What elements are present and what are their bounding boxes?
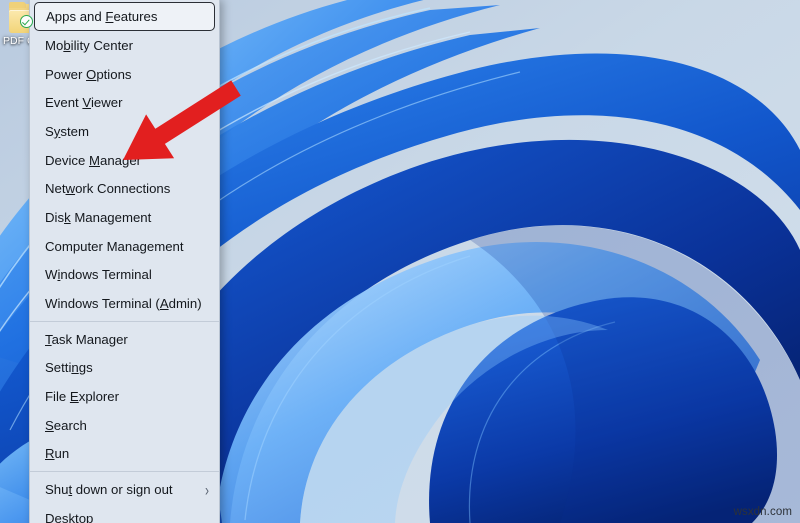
menu-item-settings[interactable]: Settings	[30, 354, 219, 383]
chevron-right-icon: ›	[205, 480, 209, 500]
menu-item-label: Windows Terminal (Admin)	[45, 296, 202, 312]
menu-item-label: Task Manager	[45, 331, 128, 347]
menu-item-label: Device Manager	[45, 152, 142, 168]
menu-item-event-viewer[interactable]: Event Viewer	[30, 88, 219, 117]
win-x-power-user-menu[interactable]: Apps and Features Mobility Center Power Op…	[29, 0, 220, 523]
menu-item-file-explorer[interactable]: File Explorer	[30, 382, 219, 411]
menu-item-label: Search	[45, 417, 87, 433]
menu-item-label: Computer Management	[45, 238, 184, 254]
menu-item-label: Mobility Center	[45, 37, 133, 53]
menu-item-search[interactable]: Search	[30, 411, 219, 440]
menu-separator	[30, 320, 219, 322]
menu-item-power-options[interactable]: Power Options	[30, 60, 219, 89]
menu-item-windows-terminal[interactable]: Windows Terminal	[30, 261, 219, 290]
menu-item-task-manager[interactable]: Task Manager	[30, 325, 219, 354]
menu-item-label: Network Connections	[45, 181, 171, 197]
menu-item-mobility-center[interactable]: Mobility Center	[30, 31, 219, 60]
menu-item-label: File Explorer	[45, 389, 120, 405]
menu-item-label: Event Viewer	[45, 95, 123, 111]
menu-item-network-connections[interactable]: Network Connections	[30, 174, 219, 203]
menu-item-label: Disk Management	[45, 209, 152, 225]
menu-item-label: Shut down or sign out	[45, 482, 173, 498]
menu-separator	[30, 471, 219, 473]
menu-item-label: Power Options	[45, 66, 132, 82]
sync-check-icon	[20, 15, 33, 28]
menu-item-label: Settings	[45, 360, 93, 376]
menu-item-label: Windows Terminal	[45, 267, 152, 283]
menu-item-device-manager[interactable]: Device Manager	[30, 146, 219, 175]
menu-item-windows-terminal-admin[interactable]: Windows Terminal (Admin)	[30, 289, 219, 318]
menu-item-disk-management[interactable]: Disk Management	[30, 203, 219, 232]
menu-item-system[interactable]: System	[30, 117, 219, 146]
menu-item-desktop[interactable]: Desktop	[30, 504, 219, 523]
menu-item-label: Run	[45, 446, 70, 462]
menu-item-label: System	[45, 123, 89, 139]
menu-item-apps-and-features[interactable]: Apps and Features	[34, 2, 215, 31]
menu-item-computer-management[interactable]: Computer Management	[30, 232, 219, 261]
menu-item-label: Apps and Features	[46, 9, 158, 24]
menu-item-run[interactable]: Run	[30, 440, 219, 469]
site-watermark: wsxdn.com	[733, 506, 792, 518]
menu-item-label: Desktop	[45, 510, 94, 523]
desktop-screen: PDF Comb Apps and FeaturesMobility Cente…	[0, 0, 800, 523]
menu-item-shut-down-or-sign-out[interactable]: Shut down or sign out ›	[30, 475, 219, 504]
